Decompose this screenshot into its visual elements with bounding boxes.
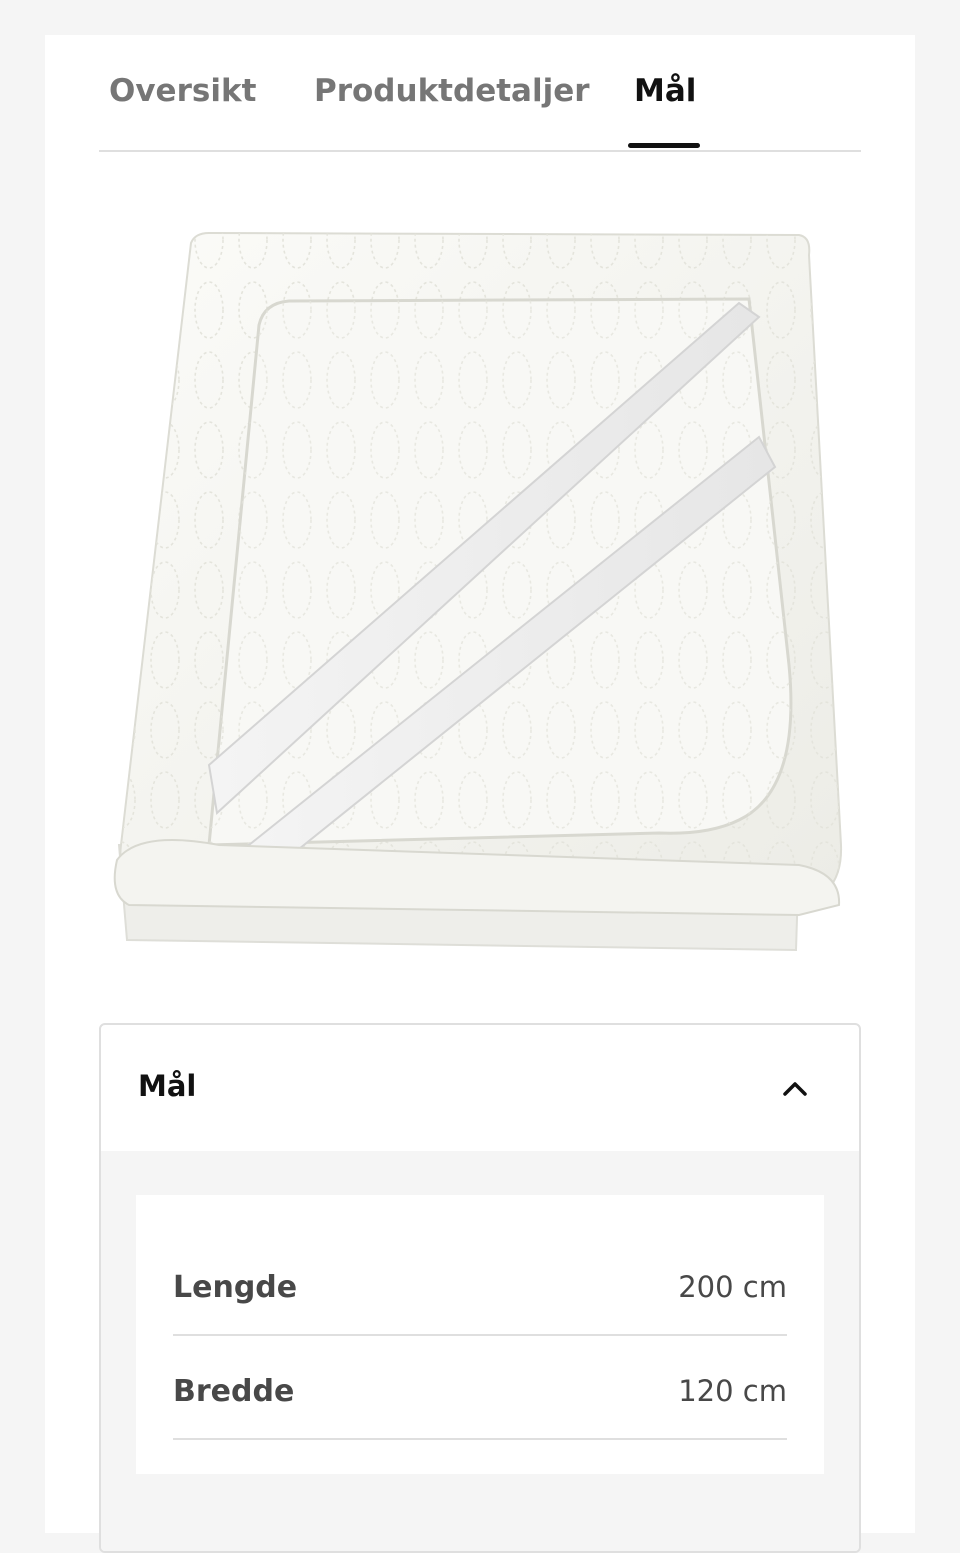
dimension-value: 200 cm (678, 1270, 787, 1304)
dimension-label: Bredde (173, 1374, 295, 1409)
chevron-up-icon[interactable] (779, 1073, 811, 1105)
dimension-label: Lengde (173, 1270, 298, 1305)
measurements-accordion: Mål Lengde 200 cm Bredde 120 cm (99, 1023, 861, 1553)
accordion-body: Lengde 200 cm Bredde 120 cm (101, 1151, 859, 1551)
dimensions-table: Lengde 200 cm Bredde 120 cm (136, 1195, 824, 1474)
dimension-row: Lengde 200 cm (173, 1232, 787, 1336)
tab-product-details[interactable]: Produktdetaljer (314, 73, 590, 109)
accordion-header[interactable]: Mål (101, 1025, 859, 1151)
tab-bar: Oversikt Produktdetaljer Mål (99, 35, 861, 152)
dimension-value: 120 cm (678, 1374, 787, 1408)
product-info-card: Oversikt Produktdetaljer Mål Mål Lengde … (45, 35, 915, 1553)
active-tab-indicator (628, 143, 700, 148)
tab-measurements[interactable]: Mål (634, 73, 696, 109)
tab-overview[interactable]: Oversikt (109, 73, 256, 109)
product-image (113, 231, 843, 952)
accordion-title: Mål (138, 1069, 197, 1103)
dimension-row: Bredde 120 cm (173, 1336, 787, 1440)
